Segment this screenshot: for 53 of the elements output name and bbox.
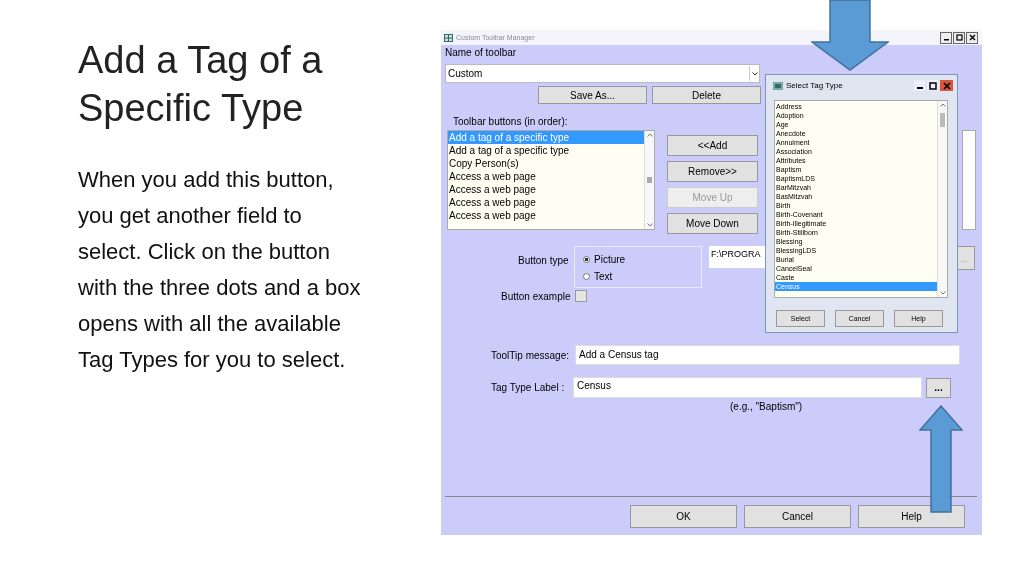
down-arrow-icon xyxy=(811,0,889,71)
list-label: Toolbar buttons (in order): xyxy=(453,116,568,128)
app-icon xyxy=(444,33,453,42)
close-button[interactable] xyxy=(966,31,978,44)
list-item[interactable]: Access a web page xyxy=(448,196,644,209)
list-item[interactable]: Access a web page xyxy=(448,170,644,183)
window-title: Select Tag Type xyxy=(786,81,843,90)
delete-button[interactable]: Delete xyxy=(652,86,761,104)
field-label: Button example xyxy=(501,290,571,302)
up-arrow-icon xyxy=(919,405,963,513)
scrollbar-thumb[interactable] xyxy=(940,113,945,127)
scroll-down-icon[interactable] xyxy=(646,223,653,227)
save-as-button[interactable]: Save As... xyxy=(538,86,647,104)
scrollbar-thumb[interactable] xyxy=(647,177,652,183)
hint-text: (e.g., "Baptism") xyxy=(730,401,803,412)
list-item[interactable]: Add a tag of a specific type xyxy=(448,144,644,157)
slide-title: Add a Tag of a Specific Type xyxy=(78,38,324,131)
radio-option[interactable]: Text xyxy=(583,268,701,285)
action-button[interactable]: Move Down xyxy=(667,213,758,234)
radio-option[interactable]: Picture xyxy=(583,251,701,268)
field-label: ToolTip message: xyxy=(491,349,570,361)
field-label: Button type xyxy=(518,255,570,268)
minimize-button[interactable] xyxy=(940,31,952,44)
field-label: Name of toolbar xyxy=(445,47,517,60)
dialog-button[interactable]: Help xyxy=(858,505,965,528)
tag-type-field[interactable]: Census xyxy=(573,377,922,398)
scroll-up-icon[interactable] xyxy=(646,133,653,137)
scroll-up-icon[interactable] xyxy=(939,103,946,107)
close-icon xyxy=(968,34,976,41)
action-button[interactable]: <<Add xyxy=(667,135,758,156)
list-item[interactable]: Access a web page xyxy=(448,209,644,222)
toolbar-dropdown[interactable]: Custom xyxy=(445,64,760,83)
maximize-button[interactable] xyxy=(953,31,965,44)
dialog-button[interactable]: OK xyxy=(630,505,737,528)
browse-button[interactable]: ... xyxy=(926,377,951,398)
checkbox[interactable] xyxy=(574,290,587,302)
maximize-icon xyxy=(955,34,963,41)
action-button[interactable]: Remove>> xyxy=(667,161,758,182)
list-item[interactable]: Copy Person(s) xyxy=(448,157,644,170)
scrollbar[interactable] xyxy=(644,131,654,229)
minimize-button[interactable] xyxy=(914,80,925,91)
app-icon xyxy=(773,81,783,90)
maximize-icon xyxy=(928,81,937,90)
scrollbar[interactable] xyxy=(937,101,947,297)
list-item[interactable]: Access a web page xyxy=(448,183,644,196)
dialog-button[interactable]: Cancel xyxy=(744,505,851,528)
slide-text: When you add this button, you get another field to select. Click on the button with the three dots and a box opens with all the available Tag Types for you to select. xyxy=(78,166,362,374)
close-icon xyxy=(942,81,951,90)
caret-icon xyxy=(751,71,758,76)
field-label: Tag Type Label : xyxy=(491,382,566,393)
maximize-button[interactable] xyxy=(927,80,938,91)
scroll-down-icon[interactable] xyxy=(939,291,946,295)
tooltip-field[interactable]: Add a Census tag xyxy=(575,345,960,365)
